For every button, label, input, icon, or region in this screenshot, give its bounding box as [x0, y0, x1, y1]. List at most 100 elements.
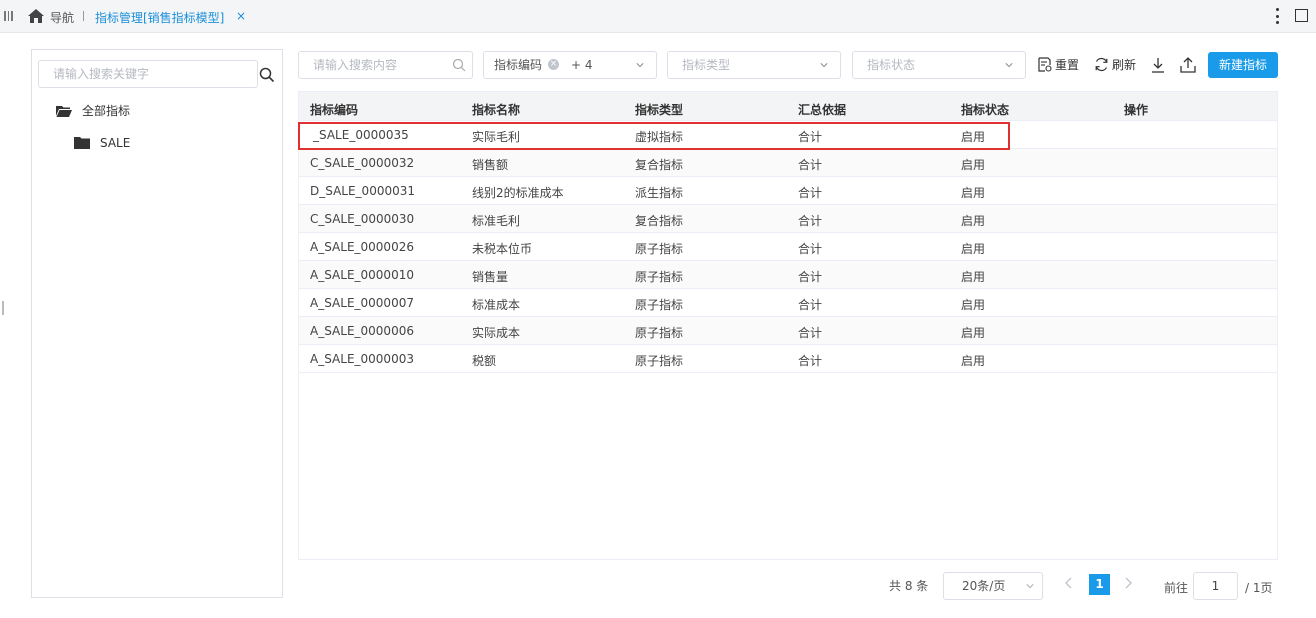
cell-name: 未税本位币	[472, 242, 533, 256]
cell-code: A_SALE_0000003	[310, 352, 414, 366]
chevron-down-icon	[820, 63, 828, 68]
search-icon[interactable]	[452, 58, 466, 72]
tree-panel: 请输入搜索关键字 全部指标 SALE	[31, 49, 283, 598]
table-row[interactable]: A_SALE_0000003 税额 原子指标 合计 启用	[299, 345, 1277, 373]
total-pages: / 1页	[1245, 581, 1273, 595]
code-more-count: + 4	[571, 58, 593, 72]
header-status: 指标状态	[961, 103, 1010, 117]
download-icon[interactable]	[1151, 57, 1165, 73]
cell-name: 线别2的标准成本	[472, 186, 564, 200]
reset-button[interactable]: 重置	[1038, 56, 1079, 73]
indicator-code-select[interactable]: 指标编码 × + 4	[483, 51, 657, 79]
folder-open-icon	[56, 105, 72, 117]
tab-nav[interactable]: 导航	[50, 9, 74, 26]
cell-status: 启用	[961, 158, 986, 172]
cell-status: 启用	[961, 354, 986, 368]
cell-status: 启用	[961, 326, 986, 340]
next-page-icon[interactable]	[1122, 576, 1134, 590]
prev-page-icon[interactable]	[1063, 576, 1075, 590]
goto-label: 前往	[1164, 581, 1189, 595]
upload-icon[interactable]	[1180, 56, 1196, 73]
cell-code: C_SALE_0000030	[310, 212, 415, 226]
more-options-icon[interactable]	[1275, 8, 1279, 24]
cell-type: 原子指标	[635, 326, 684, 340]
tab-bar: 导航 指标管理[销售指标模型] ×	[0, 0, 1316, 33]
cell-name: 标准成本	[472, 298, 521, 312]
table-row[interactable]: C_SALE_0000032 销售额 复合指标 合计 启用	[299, 149, 1277, 177]
cell-type: 复合指标	[635, 214, 684, 228]
tree-item-all-indicators[interactable]: 全部指标	[56, 102, 130, 119]
cell-type: 原子指标	[635, 354, 684, 368]
tree-child-label: SALE	[100, 136, 131, 150]
indicator-status-select[interactable]: 指标状态	[852, 51, 1026, 79]
cell-status: 启用	[961, 270, 986, 284]
content-search-placeholder: 请输入搜索内容	[313, 58, 398, 72]
header-code: 指标编码	[310, 103, 359, 117]
tab-close-icon[interactable]: ×	[236, 9, 246, 23]
cell-status: 启用	[961, 242, 986, 256]
cell-aggregation: 合计	[798, 298, 823, 312]
cell-status: 启用	[961, 298, 986, 312]
pagination-total: 共 8 条	[889, 579, 929, 593]
maximize-icon[interactable]	[1295, 9, 1308, 22]
cell-code: A_SALE_0000010	[310, 268, 414, 282]
type-placeholder: 指标类型	[682, 58, 731, 72]
table-row[interactable]: A_SALE_0000026 未税本位币 原子指标 合计 启用	[299, 233, 1277, 261]
cell-name: 实际成本	[472, 326, 521, 340]
cell-type: 复合指标	[635, 158, 684, 172]
indicator-table: 指标编码 指标名称 指标类型 汇总依据 指标状态 操作 _SALE_000003…	[298, 91, 1278, 560]
cell-aggregation: 合计	[798, 158, 823, 172]
cell-code: A_SALE_0000006	[310, 324, 414, 338]
new-indicator-button[interactable]: 新建指标	[1208, 52, 1278, 78]
table-row[interactable]: A_SALE_0000007 标准成本 原子指标 合计 启用	[299, 289, 1277, 317]
refresh-button[interactable]: 刷新	[1094, 56, 1136, 73]
cell-aggregation: 合计	[798, 326, 823, 340]
cell-type: 虚拟指标	[635, 130, 684, 144]
table-row[interactable]: A_SALE_0000010 销售量 原子指标 合计 启用	[299, 261, 1277, 289]
search-icon[interactable]	[259, 67, 275, 83]
content-search-input[interactable]: 请输入搜索内容	[298, 51, 473, 79]
tab-indicator-management[interactable]: 指标管理[销售指标模型]	[95, 9, 224, 26]
cell-status: 启用	[961, 214, 986, 228]
cell-code: A_SALE_0000007	[310, 296, 414, 310]
tree-item-sale[interactable]: SALE	[74, 136, 130, 150]
cell-type: 原子指标	[635, 242, 684, 256]
page-number-current[interactable]: 1	[1089, 574, 1110, 595]
tree-search-input[interactable]: 请输入搜索关键字	[38, 60, 258, 88]
table-row[interactable]: _SALE_0000035 实际毛利 虚拟指标 合计 启用	[299, 121, 1277, 149]
cell-aggregation: 合计	[798, 130, 823, 144]
cell-aggregation: 合计	[798, 242, 823, 256]
indicator-type-select[interactable]: 指标类型	[667, 51, 841, 79]
reset-label: 重置	[1055, 58, 1080, 72]
cell-type: 派生指标	[635, 186, 684, 200]
cell-name: 税额	[472, 354, 497, 368]
header-type: 指标类型	[635, 103, 684, 117]
cell-aggregation: 合计	[798, 354, 823, 368]
cell-aggregation: 合计	[798, 186, 823, 200]
home-icon[interactable]	[27, 8, 45, 24]
cell-type: 原子指标	[635, 270, 684, 284]
table-row[interactable]: D_SALE_0000031 线别2的标准成本 派生指标 合计 启用	[299, 177, 1277, 205]
cell-name: 实际毛利	[472, 130, 521, 144]
page-size-label: 20条/页	[962, 579, 1006, 593]
tree-root-label: 全部指标	[82, 104, 131, 118]
page-size-select[interactable]: 20条/页	[943, 572, 1043, 600]
resize-handle[interactable]	[2, 301, 4, 315]
cell-aggregation: 合计	[798, 270, 823, 284]
goto-page-input[interactable]: 1	[1193, 572, 1238, 600]
chevron-down-icon	[1005, 63, 1013, 68]
cell-code: A_SALE_0000026	[310, 240, 414, 254]
chevron-down-icon	[1026, 584, 1034, 589]
refresh-icon	[1095, 57, 1108, 72]
header-name: 指标名称	[472, 103, 521, 117]
chip-remove-icon[interactable]: ×	[548, 59, 560, 70]
header-actions: 操作	[1124, 103, 1149, 117]
folder-icon	[74, 137, 90, 149]
cell-aggregation: 合计	[798, 214, 823, 228]
chevron-down-icon	[636, 63, 644, 68]
cell-name: 销售额	[472, 158, 509, 172]
menu-toggle-icon[interactable]	[4, 9, 14, 23]
table-row[interactable]: C_SALE_0000030 标准毛利 复合指标 合计 启用	[299, 205, 1277, 233]
table-row[interactable]: A_SALE_0000006 实际成本 原子指标 合计 启用	[299, 317, 1277, 345]
cell-code: C_SALE_0000032	[310, 156, 415, 170]
